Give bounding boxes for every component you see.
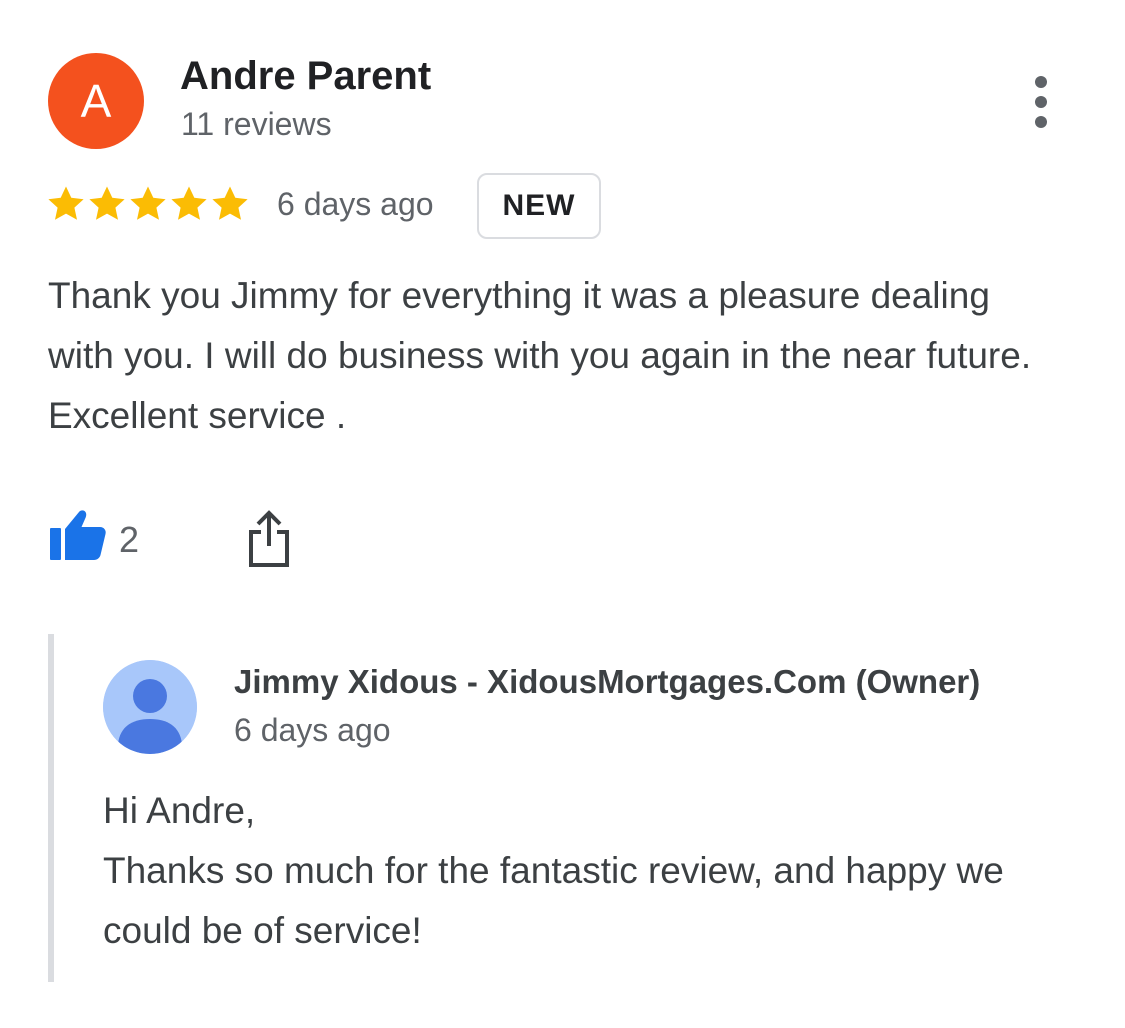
reviewer-avatar[interactable]: A: [48, 53, 144, 149]
thumbs-up-icon[interactable]: [48, 508, 108, 562]
star-icon: [212, 186, 248, 220]
reply-message: Thanks so much for the fantastic review,…: [103, 850, 1004, 951]
owner-reply-date: 6 days ago: [234, 712, 391, 748]
owner-name[interactable]: Jimmy Xidous - XidousMortgages.Com (Owne…: [234, 663, 980, 701]
review-date: 6 days ago: [277, 186, 434, 222]
person-avatar-icon: [103, 660, 197, 754]
review-text: Thank you Jimmy for everything it was a …: [48, 275, 1032, 436]
reply-indent-bar: [48, 634, 54, 982]
reply-greeting: Hi Andre,: [103, 790, 256, 831]
share-icon[interactable]: [245, 510, 293, 568]
more-options-button[interactable]: [1018, 72, 1064, 132]
new-badge: NEW: [477, 173, 601, 239]
more-vert-icon-dot: [1035, 116, 1047, 128]
star-icon: [48, 186, 84, 220]
star-icon: [171, 186, 207, 220]
owner-avatar[interactable]: [103, 660, 197, 754]
star-icon: [89, 186, 125, 220]
like-count: 2: [119, 519, 140, 560]
owner-reply-text: Hi Andre, Thanks so much for the fantast…: [103, 781, 1093, 961]
more-vert-icon-dot: [1035, 96, 1047, 108]
more-vert-icon: [1035, 76, 1047, 88]
reviewer-review-count: 11 reviews: [181, 106, 332, 142]
reviewer-name[interactable]: Andre Parent: [180, 54, 431, 99]
star-rating: [46, 184, 250, 224]
star-icon: [130, 186, 166, 220]
